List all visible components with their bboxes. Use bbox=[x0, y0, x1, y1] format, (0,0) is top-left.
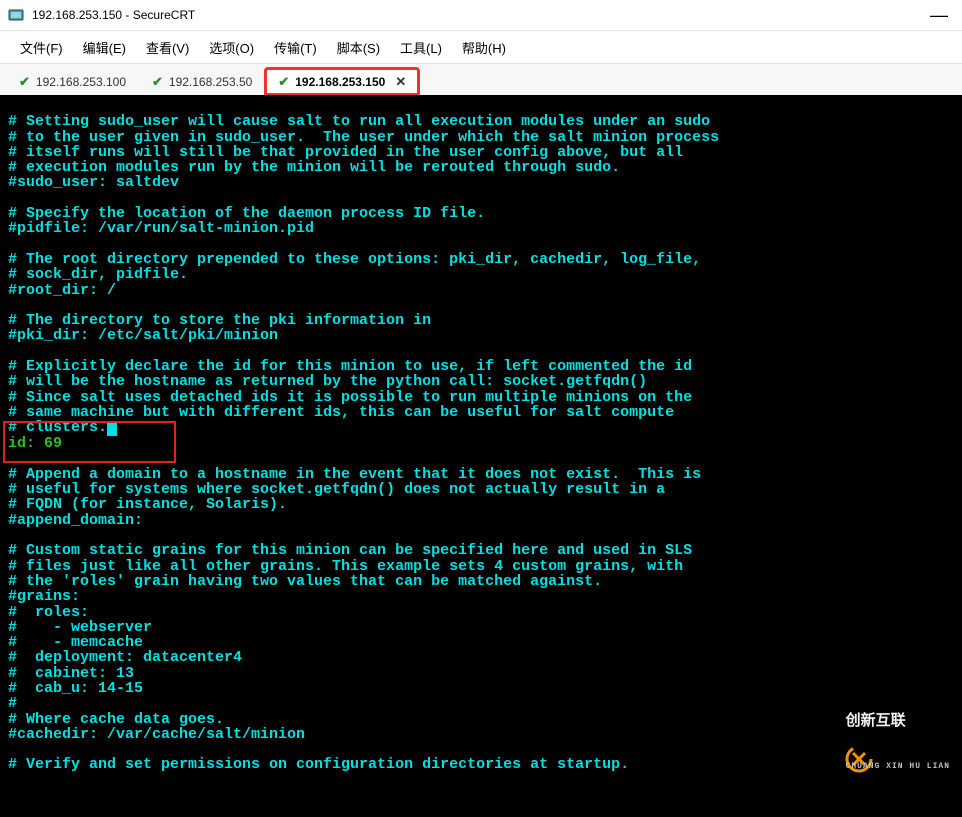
titlebar-left: 192.168.253.150 - SecureCRT bbox=[8, 7, 195, 23]
tabstrip: ✔ 192.168.253.100 ✔ 192.168.253.50 ✔ 192… bbox=[0, 63, 962, 95]
session-tab-1[interactable]: ✔ 192.168.253.50 bbox=[139, 68, 265, 95]
term-line: # same machine but with different ids, t… bbox=[8, 404, 674, 421]
menu-tools[interactable]: 工具(L) bbox=[390, 34, 452, 61]
menu-edit[interactable]: 编辑(E) bbox=[73, 34, 136, 61]
term-line: #cachedir: /var/cache/salt/minion bbox=[8, 726, 305, 743]
close-icon[interactable]: ✕ bbox=[395, 74, 406, 90]
connected-icon: ✔ bbox=[278, 74, 289, 90]
term-line: #append_domain: bbox=[8, 512, 143, 529]
menu-file[interactable]: 文件(F) bbox=[10, 34, 73, 61]
menu-help[interactable]: 帮助(H) bbox=[452, 34, 516, 61]
app-icon bbox=[8, 7, 24, 23]
term-line: # cab_u: 14-15 bbox=[8, 680, 143, 697]
tab-label: 192.168.253.50 bbox=[169, 75, 252, 89]
menu-options[interactable]: 选项(O) bbox=[199, 34, 264, 61]
term-line: #pidfile: /var/run/salt-minion.pid bbox=[8, 220, 314, 237]
minimize-button[interactable]: — bbox=[924, 5, 954, 26]
term-line: #pki_dir: /etc/salt/pki/minion bbox=[8, 327, 278, 344]
tab-label: 192.168.253.150 bbox=[295, 75, 385, 89]
terminal-output[interactable]: # Setting sudo_user will cause salt to r… bbox=[0, 95, 962, 817]
terminal-cursor bbox=[107, 421, 117, 436]
term-line-id: id: 69 bbox=[8, 435, 62, 452]
connected-icon: ✔ bbox=[19, 74, 30, 90]
tab-label: 192.168.253.100 bbox=[36, 75, 126, 89]
watermark-sub: CHUANG XIN HU LIAN bbox=[846, 759, 950, 774]
term-line: # clusters. bbox=[8, 419, 107, 436]
watermark-logo-icon bbox=[808, 729, 838, 759]
term-line: #sudo_user: saltdev bbox=[8, 174, 179, 191]
session-tab-2[interactable]: ✔ 192.168.253.150 ✕ bbox=[265, 68, 419, 95]
menu-script[interactable]: 脚本(S) bbox=[327, 34, 390, 61]
menu-view[interactable]: 查看(V) bbox=[136, 34, 199, 61]
session-tab-0[interactable]: ✔ 192.168.253.100 bbox=[6, 68, 139, 95]
term-line: # Verify and set permissions on configur… bbox=[8, 756, 629, 773]
term-line: # the 'roles' grain having two values th… bbox=[8, 573, 602, 590]
watermark: 创新互联 CHUANG XIN HU LIAN bbox=[808, 682, 950, 805]
watermark-brand: 创新互联 bbox=[846, 713, 950, 729]
menu-transfer[interactable]: 传输(T) bbox=[264, 34, 327, 61]
window-title: 192.168.253.150 - SecureCRT bbox=[32, 8, 195, 22]
connected-icon: ✔ bbox=[152, 74, 163, 90]
menubar: 文件(F) 编辑(E) 查看(V) 选项(O) 传输(T) 脚本(S) 工具(L… bbox=[0, 31, 962, 63]
term-line: #root_dir: / bbox=[8, 282, 116, 299]
titlebar: 192.168.253.150 - SecureCRT — bbox=[0, 0, 962, 31]
